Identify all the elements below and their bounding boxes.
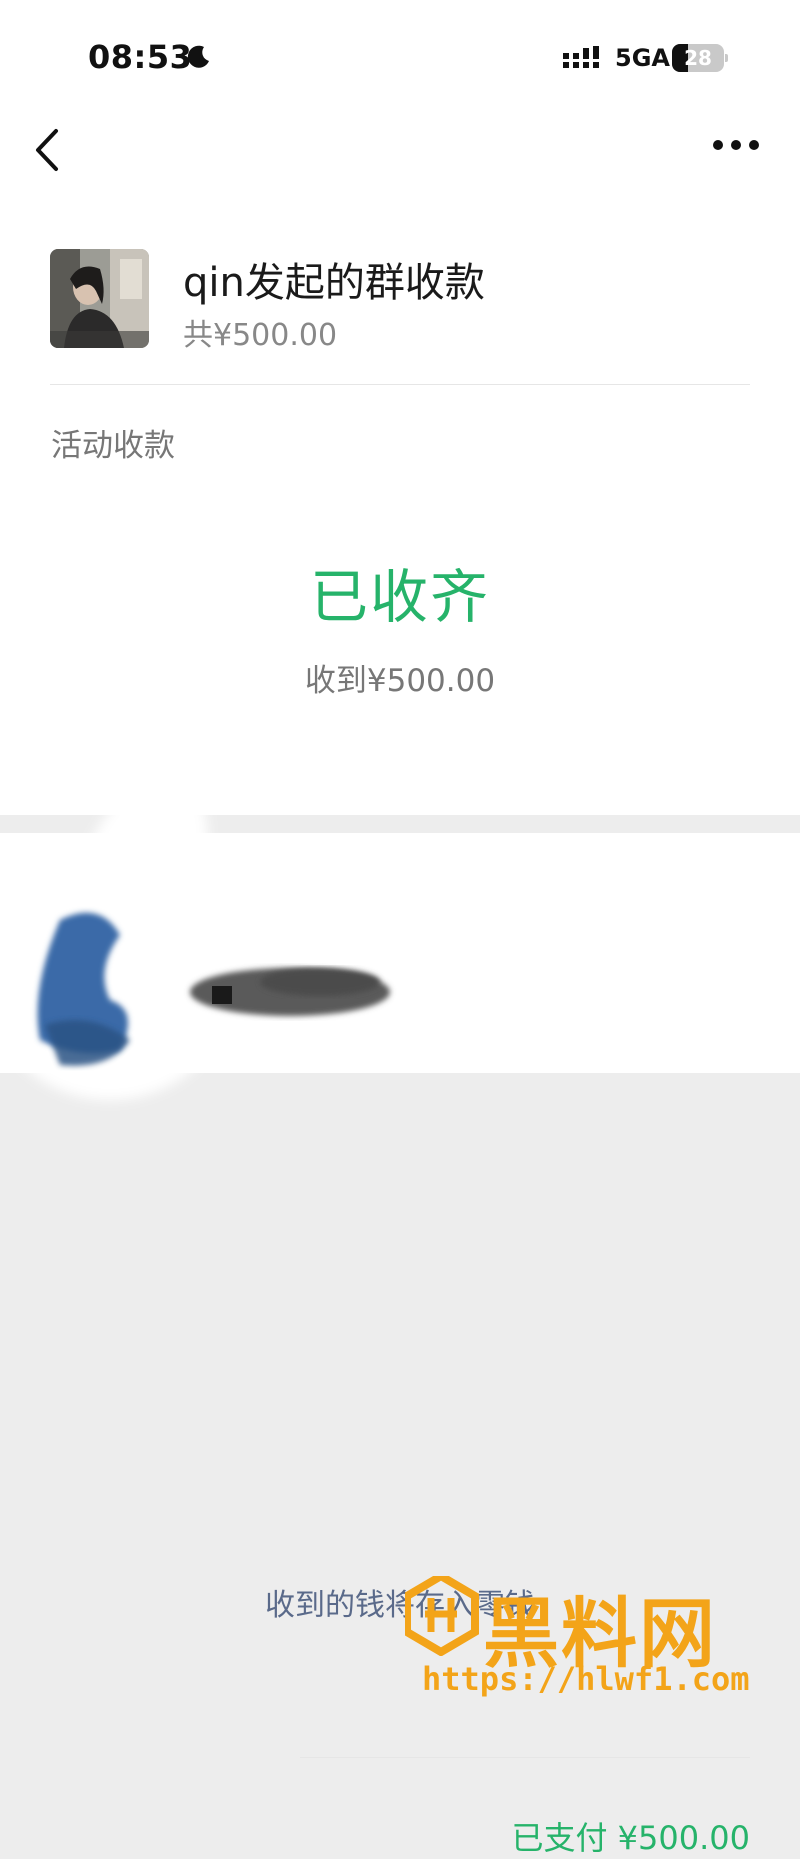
paid-status: 已支付 ¥500.00 xyxy=(511,1819,750,1857)
collection-status: 已收齐 xyxy=(309,563,490,631)
network-label: 5GA xyxy=(615,44,670,72)
more-icon[interactable] xyxy=(712,138,760,152)
total-amount: 共¥500.00 xyxy=(183,318,338,353)
page-title: qin发起的群收款 xyxy=(183,260,485,306)
divider xyxy=(300,1757,750,1758)
watermark-url: https://hlwf1.com xyxy=(422,1660,750,1698)
main-panel: 08:53 5GA 28 qin发起的群收款 共¥500.00 活动收款 已收齐… xyxy=(0,0,800,815)
activity-label: 活动收款 xyxy=(51,428,175,464)
redaction-scribble xyxy=(0,774,390,1100)
signal-icon xyxy=(563,46,599,68)
battery-level: 28 xyxy=(684,46,712,70)
back-icon[interactable] xyxy=(30,125,64,175)
divider xyxy=(50,384,750,385)
received-amount: 收到¥500.00 xyxy=(304,663,496,699)
avatar[interactable] xyxy=(50,249,149,348)
battery-icon: 28 xyxy=(672,44,728,72)
moon-icon xyxy=(187,45,209,68)
status-time: 08:53 xyxy=(88,38,193,76)
